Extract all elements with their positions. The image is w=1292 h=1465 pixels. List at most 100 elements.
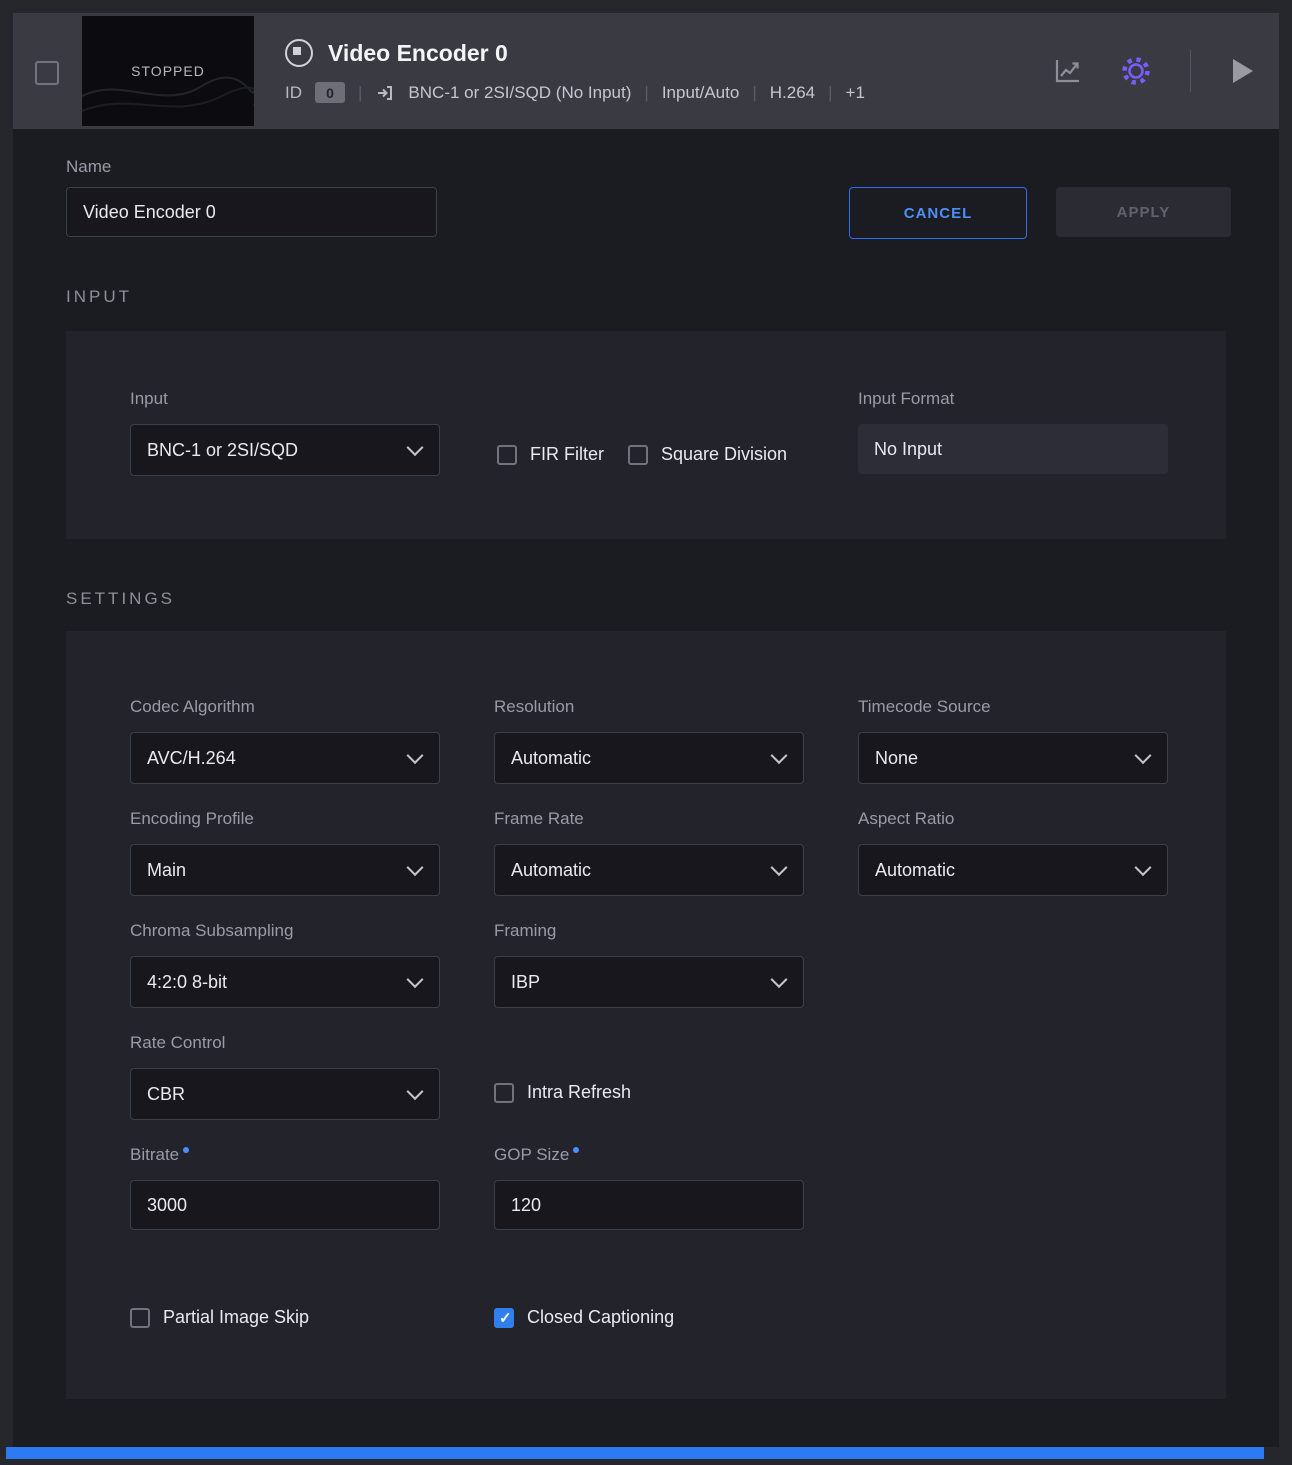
chroma-subsampling-label: Chroma Subsampling xyxy=(130,921,440,941)
encoder-header: STOPPED Video Encoder 0 ID 0 | BNC-1 or … xyxy=(13,13,1279,129)
partial-image-skip-checkbox-row: Partial Image Skip xyxy=(130,1307,309,1328)
play-icon[interactable] xyxy=(1227,59,1253,83)
codec-algorithm-label: Codec Algorithm xyxy=(130,697,440,717)
bitrate-field: Bitrate xyxy=(130,1145,440,1230)
fir-filter-label[interactable]: FIR Filter xyxy=(530,444,604,465)
encoding-profile-select[interactable]: Main xyxy=(130,844,440,896)
encoding-profile-field: Encoding Profile Main xyxy=(130,809,440,896)
bitrate-input[interactable] xyxy=(130,1180,440,1230)
framing-field: Framing IBP xyxy=(494,921,804,1008)
rate-control-select[interactable]: CBR xyxy=(130,1068,440,1120)
meta-source: BNC-1 or 2SI/SQD (No Input) xyxy=(408,83,631,103)
encoder-meta-row: ID 0 | BNC-1 or 2SI/SQD (No Input) | Inp… xyxy=(285,82,865,103)
input-field: Input BNC-1 or 2SI/SQD xyxy=(130,389,440,476)
encoding-profile-label: Encoding Profile xyxy=(130,809,440,829)
vertical-divider xyxy=(1190,50,1191,92)
framing-label: Framing xyxy=(494,921,804,941)
frame-rate-select[interactable]: Automatic xyxy=(494,844,804,896)
chevron-down-icon xyxy=(407,1083,424,1100)
input-select-value: BNC-1 or 2SI/SQD xyxy=(147,440,298,461)
meta-input-mode: Input/Auto xyxy=(662,83,740,103)
horizontal-scrollbar-track[interactable] xyxy=(4,1447,1288,1459)
modified-indicator xyxy=(183,1147,189,1153)
resolution-select[interactable]: Automatic xyxy=(494,732,804,784)
frame-rate-label: Frame Rate xyxy=(494,809,804,829)
fir-filter-checkbox-row: FIR Filter xyxy=(497,444,604,465)
stream-status-label: STOPPED xyxy=(131,63,205,79)
divider: | xyxy=(358,83,362,103)
framing-select[interactable]: IBP xyxy=(494,956,804,1008)
stats-chart-icon[interactable] xyxy=(1052,56,1082,86)
id-badge: 0 xyxy=(315,82,345,103)
gop-size-input[interactable] xyxy=(494,1180,804,1230)
divider: | xyxy=(752,83,756,103)
intra-refresh-checkbox-row: Intra Refresh xyxy=(494,1082,631,1103)
partial-image-skip-checkbox[interactable] xyxy=(130,1308,150,1328)
rate-control-label: Rate Control xyxy=(130,1033,440,1053)
timecode-source-field: Timecode Source None xyxy=(858,697,1168,784)
codec-algorithm-field: Codec Algorithm AVC/H.264 xyxy=(130,697,440,784)
input-format-field: Input Format No Input xyxy=(858,389,1168,474)
codec-algorithm-select[interactable]: AVC/H.264 xyxy=(130,732,440,784)
meta-more-badge: +1 xyxy=(846,83,865,103)
title-block: Video Encoder 0 ID 0 | BNC-1 or 2SI/SQD … xyxy=(285,39,865,103)
square-division-checkbox[interactable] xyxy=(628,445,648,465)
page-title: Video Encoder 0 xyxy=(328,40,508,67)
resolution-label: Resolution xyxy=(494,697,804,717)
name-field-label: Name xyxy=(66,157,111,177)
aspect-ratio-select[interactable]: Automatic xyxy=(858,844,1168,896)
timecode-source-select[interactable]: None xyxy=(858,732,1168,784)
square-division-checkbox-row: Square Division xyxy=(628,444,787,465)
closed-captioning-label[interactable]: Closed Captioning xyxy=(527,1307,674,1328)
meta-codec: H.264 xyxy=(770,83,815,103)
header-actions xyxy=(1052,13,1253,129)
closed-captioning-checkbox-row: Closed Captioning xyxy=(494,1307,674,1328)
input-format-value: No Input xyxy=(858,424,1168,474)
input-select[interactable]: BNC-1 or 2SI/SQD xyxy=(130,424,440,476)
config-form: Name CANCEL APPLY INPUT Input BNC-1 or 2… xyxy=(13,129,1279,1452)
stop-status-icon xyxy=(285,39,313,67)
name-input[interactable] xyxy=(66,187,437,237)
partial-image-skip-label[interactable]: Partial Image Skip xyxy=(163,1307,309,1328)
apply-button: APPLY xyxy=(1056,187,1231,237)
input-label: Input xyxy=(130,389,440,409)
encoder-config-page: STOPPED Video Encoder 0 ID 0 | BNC-1 or … xyxy=(0,0,1292,1465)
horizontal-scrollbar-thumb[interactable] xyxy=(6,1447,1264,1459)
aspect-ratio-label: Aspect Ratio xyxy=(858,809,1168,829)
chevron-down-icon xyxy=(1135,747,1152,764)
chroma-subsampling-field: Chroma Subsampling 4:2:0 8-bit xyxy=(130,921,440,1008)
intra-refresh-label[interactable]: Intra Refresh xyxy=(527,1082,631,1103)
input-format-label: Input Format xyxy=(858,389,1168,409)
id-label: ID xyxy=(285,83,302,103)
square-division-label[interactable]: Square Division xyxy=(661,444,787,465)
chroma-subsampling-select[interactable]: 4:2:0 8-bit xyxy=(130,956,440,1008)
settings-section-heading: SETTINGS xyxy=(66,589,175,609)
chevron-down-icon xyxy=(407,747,424,764)
modified-indicator xyxy=(573,1147,579,1153)
intra-refresh-checkbox[interactable] xyxy=(494,1083,514,1103)
chevron-down-icon xyxy=(771,971,788,988)
select-encoder-checkbox[interactable] xyxy=(35,61,59,85)
chevron-down-icon xyxy=(771,747,788,764)
chevron-down-icon xyxy=(407,859,424,876)
rate-control-field: Rate Control CBR xyxy=(130,1033,440,1120)
chevron-down-icon xyxy=(407,439,424,456)
gop-size-field: GOP Size xyxy=(494,1145,804,1230)
closed-captioning-checkbox[interactable] xyxy=(494,1308,514,1328)
settings-panel: Codec Algorithm AVC/H.264 Resolution Aut… xyxy=(66,631,1226,1399)
settings-gear-icon[interactable] xyxy=(1118,53,1154,89)
fir-filter-checkbox[interactable] xyxy=(497,445,517,465)
divider: | xyxy=(828,83,832,103)
resolution-field: Resolution Automatic xyxy=(494,697,804,784)
preview-thumbnail: STOPPED xyxy=(82,16,254,126)
frame-rate-field: Frame Rate Automatic xyxy=(494,809,804,896)
chevron-down-icon xyxy=(771,859,788,876)
bitrate-label: Bitrate xyxy=(130,1145,179,1164)
input-section-heading: INPUT xyxy=(66,287,132,307)
cancel-button[interactable]: CANCEL xyxy=(849,187,1027,239)
chevron-down-icon xyxy=(407,971,424,988)
timecode-source-label: Timecode Source xyxy=(858,697,1168,717)
chevron-down-icon xyxy=(1135,859,1152,876)
input-panel: Input BNC-1 or 2SI/SQD FIR Filter Square… xyxy=(66,331,1226,539)
input-arrow-icon xyxy=(375,83,395,103)
